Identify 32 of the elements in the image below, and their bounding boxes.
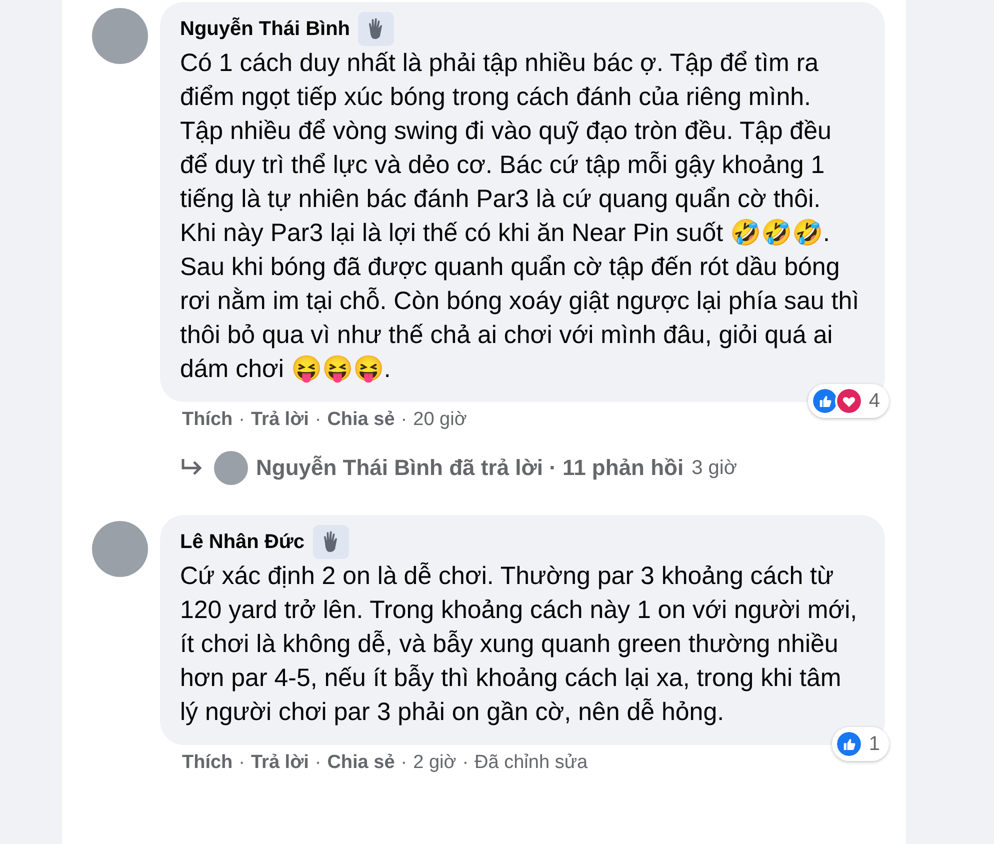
separator-dot: · — [238, 750, 245, 774]
reaction-badge[interactable]: 1 — [832, 726, 889, 760]
separator-dot: · — [238, 408, 245, 432]
separator-dot: · — [314, 750, 322, 774]
waving-hand-icon — [312, 524, 349, 558]
like-icon — [810, 387, 839, 415]
view-replies-link[interactable]: Nguyễn Thái Bình đã trả lời · 11 phản hồi — [256, 451, 684, 484]
reply-time: 3 giờ — [692, 456, 737, 480]
waving-hand-icon — [358, 12, 394, 46]
reaction-count: 4 — [868, 389, 880, 414]
comment-text: Có 1 cách duy nhất là phải tập nhiều bác ợ. Tập để tìm ra điểm ngọt tiếp xúc bóng trong cách đánh của riêng mình. Tập nhiều để vòng swing đi vào quỹ đạo tròn đều. Tập đều để duy trì thể lực và dẻo cơ. Bác cứ tập mỗi gậy khoảng 1 tiếng là tự nhiên bác đánh Par3 là cứ quang quẩn cờ thôi. Khi này Par3 lại là lợi thế có khi ăn Near Pin suốt 🤣🤣🤣. Sau khi bóng đã được quanh quẩn cờ tập đến rót dầu bóng rơi nằm im tại chỗ. Còn bóng xoáy giật ngược lại phía sau thì thôi bỏ qua vì như thế chả ai chơi với mình đâu, giỏi quá ai dám chơi 😝😝😝. — [180, 48, 860, 385]
avatar-placeholder — [214, 450, 248, 484]
separator-dot: · — [400, 408, 408, 432]
comment-action-link[interactable]: Trả lời — [251, 406, 309, 434]
author-name[interactable]: Lê Nhân Đức — [180, 526, 305, 556]
heart-icon — [834, 387, 863, 415]
separator-dot: · — [462, 750, 469, 774]
timestamp[interactable]: 2 giờ — [413, 748, 456, 777]
comment-action-link[interactable]: Chia sẻ — [327, 406, 395, 434]
separator-dot: · — [400, 750, 408, 774]
separator-dot: · — [314, 408, 322, 432]
comment-action-link[interactable]: Chia sẻ — [327, 748, 395, 777]
timestamp[interactable]: 20 giờ — [413, 406, 467, 434]
comment-text: Cứ xác định 2 on là dễ chơi. Thường par 3 khoảng cách từ 120 yard trở lên. Trong khoảng cách này 1 on với người mới, ít chơi là không dễ, và bẫy xung quanh green thường nhiều hơn par 4-5, nếu ít bẫy thì khoảng cách lại xa, trong khi tâm lý người chơi par 3 phải on gần cờ, nên dễ hỏng. — [180, 560, 858, 728]
reaction-count: 1 — [868, 732, 880, 756]
comment-action-link[interactable]: Trả lời — [251, 748, 309, 777]
edited-label: Đã chỉnh sửa — [474, 750, 588, 774]
author-name[interactable]: Nguyễn Thái Bình — [180, 14, 350, 44]
comment-action-link[interactable]: Thích — [182, 406, 233, 434]
comment-action-link[interactable]: Thích — [182, 748, 233, 777]
like-icon — [834, 730, 863, 758]
reaction-badge[interactable]: 4 — [808, 384, 889, 418]
